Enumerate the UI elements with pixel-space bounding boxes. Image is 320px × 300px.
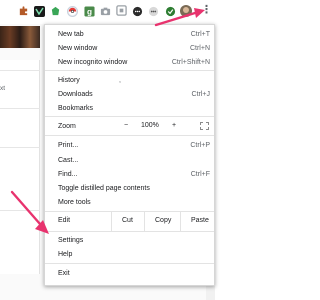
history-submenu-mark: , (119, 77, 121, 84)
menu-separator (45, 263, 214, 264)
menu-item-print[interactable]: Print... (58, 140, 78, 151)
edit-divider (144, 211, 145, 231)
fullscreen-icon[interactable] (200, 122, 209, 130)
menu-item-exit[interactable]: Exit (58, 268, 70, 279)
edit-divider (180, 211, 181, 231)
camera-extension-icon[interactable] (100, 6, 111, 17)
menu-item-find[interactable]: Find... (58, 169, 77, 180)
menu-separator (45, 211, 214, 212)
puzzle-extension-icon[interactable] (18, 5, 29, 16)
chat-extension-icon[interactable] (132, 6, 143, 17)
chrome-main-menu: New tab Ctrl+T New window Ctrl+N New inc… (44, 24, 215, 286)
profile-avatar[interactable] (180, 5, 192, 17)
menu-item-new-tab[interactable]: New tab (58, 29, 84, 40)
print-shortcut: Ctrl+P (190, 142, 210, 149)
menu-item-toggle-distilled-page-contents[interactable]: Toggle distilled page contents (58, 183, 150, 194)
downloads-shortcut: Ctrl+J (191, 91, 210, 98)
zoom-out-button[interactable]: − (124, 120, 128, 132)
paste-button[interactable]: Paste (191, 215, 215, 227)
menu-item-bookmarks[interactable]: Bookmarks (58, 103, 93, 114)
square-extension-icon[interactable] (116, 5, 127, 16)
menu-separator (45, 116, 214, 117)
page-divider (0, 70, 40, 71)
menu-item-new-window[interactable]: New window (58, 43, 97, 54)
cut-button[interactable]: Cut (122, 215, 133, 227)
dark-extension-icon[interactable] (34, 6, 45, 17)
page-divider (0, 108, 40, 109)
menu-item-settings[interactable]: Settings (58, 235, 83, 246)
chrome-menu-kebab-icon[interactable]: ⋮ (200, 2, 213, 19)
browser-toolbar: g ⋮ (0, 0, 215, 24)
menu-separator (45, 231, 214, 232)
copy-button[interactable]: Copy (155, 215, 171, 227)
menu-item-downloads[interactable]: Downloads (58, 89, 93, 100)
zoom-in-button[interactable]: + (172, 120, 176, 132)
green-circle-extension-icon[interactable] (165, 6, 176, 17)
new-tab-shortcut: Ctrl+T (190, 31, 210, 38)
zoom-level-value: 100% (141, 122, 159, 129)
page-divider (0, 210, 40, 211)
menu-item-zoom: Zoom (58, 123, 76, 130)
new-incognito-shortcut: Ctrl+Shift+N (171, 59, 210, 66)
svg-text:g: g (87, 8, 92, 17)
g-extension-icon[interactable]: g (84, 6, 95, 17)
page-left-panel (0, 60, 40, 274)
find-shortcut: Ctrl+F (190, 171, 210, 178)
page-text-snippet: xt (0, 85, 6, 92)
page-banner-image (0, 26, 40, 48)
menu-separator (45, 70, 214, 71)
menu-separator (45, 135, 214, 136)
menu-item-edit: Edit (58, 217, 71, 224)
menu-item-new-incognito-window[interactable]: New incognito window (58, 57, 127, 68)
menu-item-help[interactable]: Help (58, 249, 72, 260)
edit-divider (111, 211, 112, 231)
green-extension-icon[interactable] (50, 6, 61, 17)
page-divider (0, 147, 40, 148)
menu-item-history[interactable]: History (58, 75, 80, 86)
new-window-shortcut: Ctrl+N (189, 45, 210, 52)
menu-item-cast[interactable]: Cast... (58, 155, 78, 166)
menu-item-more-tools[interactable]: More tools (58, 197, 91, 208)
dots-extension-icon[interactable] (148, 6, 159, 17)
pokeball-extension-icon[interactable] (67, 6, 78, 17)
